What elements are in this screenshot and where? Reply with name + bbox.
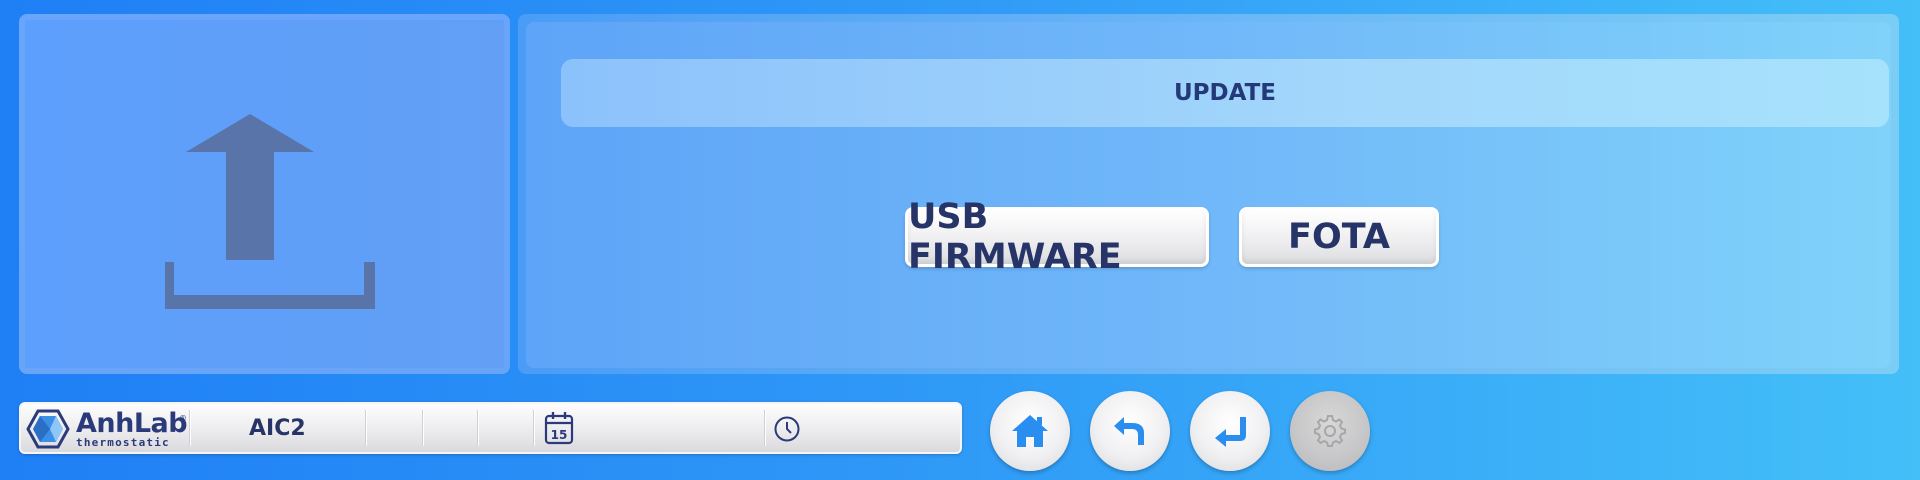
status-divider: [533, 410, 534, 446]
calendar-icon: 15: [544, 412, 574, 445]
device-name: AIC2: [249, 416, 306, 441]
settings-button[interactable]: [1290, 391, 1370, 471]
status-divider: [764, 410, 765, 446]
page-title: UPDATE: [561, 59, 1889, 127]
clock-icon: [774, 416, 800, 442]
update-content-panel: UPDATE: [518, 14, 1899, 374]
logo-wordmark: AnhLab: [76, 408, 188, 439]
update-content-panel-inner: UPDATE: [526, 22, 1891, 368]
home-icon: [1012, 415, 1048, 447]
upload-icon: [165, 114, 375, 309]
home-button[interactable]: [990, 391, 1070, 471]
status-divider: [422, 410, 423, 446]
status-divider: [365, 410, 366, 446]
usb-firmware-button[interactable]: USB FIRMWARE: [905, 197, 1209, 277]
update-icon-panel-inner: [25, 22, 504, 368]
status-bar: AnhLab ® thermostatic AIC2 15: [19, 402, 962, 454]
gear-icon: [1314, 415, 1346, 447]
update-icon-panel: [19, 14, 510, 374]
fota-button[interactable]: FOTA: [1239, 207, 1439, 267]
brand-logo: AnhLab ® thermostatic: [26, 408, 198, 449]
status-divider: [477, 410, 478, 446]
back-icon: [1114, 417, 1144, 445]
enter-icon: [1215, 417, 1246, 447]
enter-button[interactable]: [1190, 391, 1270, 471]
status-divider: [189, 410, 190, 446]
calendar-icon-day: 15: [551, 428, 568, 442]
logo-tagline: thermostatic: [76, 436, 170, 449]
logo-registered-mark: ®: [179, 414, 187, 423]
logo-mark-icon: [26, 409, 70, 449]
back-button[interactable]: [1090, 391, 1170, 471]
